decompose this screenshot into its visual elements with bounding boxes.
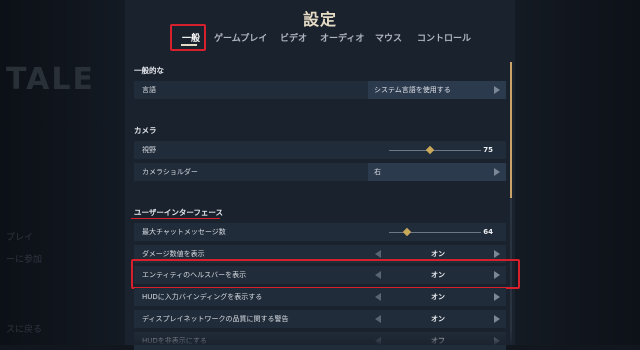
toggle-value: オン: [431, 293, 445, 301]
section-title-camera: カメラ: [134, 126, 157, 135]
chevron-right-icon[interactable]: [494, 250, 500, 258]
background-left: [0, 0, 125, 345]
setting-row-language[interactable]: 言語 システム言語を使用する: [134, 81, 506, 99]
scrollbar-thumb[interactable]: [510, 62, 512, 198]
setting-row-fov[interactable]: 視野 75: [134, 141, 506, 159]
background-menu-item: プレイ: [6, 233, 34, 243]
page-title: 設定: [302, 10, 337, 29]
chevron-right-icon[interactable]: [494, 293, 500, 301]
dropdown-value: システム言語を使用する: [374, 86, 451, 94]
fov-slider-track[interactable]: [389, 150, 481, 151]
row-highlight-box: [131, 259, 520, 289]
language-dropdown[interactable]: システム言語を使用する: [368, 81, 506, 99]
setting-label: 言語: [142, 86, 156, 94]
chevron-left-icon[interactable]: [375, 250, 381, 258]
section-title-highlight: [131, 218, 220, 219]
chevron-left-icon[interactable]: [375, 315, 381, 323]
setting-label: カメラショルダー: [142, 168, 198, 176]
setting-label: HUDに入力バインディングを表示する: [142, 293, 263, 301]
chevron-right-icon: [494, 168, 500, 176]
tab-audio[interactable]: オーディオ: [320, 30, 364, 48]
tab-controls[interactable]: コントロール: [417, 30, 471, 48]
background-menu-item: ーに参加: [6, 255, 43, 265]
setting-row-camera-shoulder[interactable]: カメラショルダー 右: [134, 163, 506, 181]
background-logo: TALE: [6, 62, 95, 97]
setting-label: ディスプレイネットワークの品質に関する警告: [142, 315, 289, 323]
scroll-fade: [125, 330, 515, 345]
section-title-general: 一般的な: [134, 66, 164, 75]
setting-row-network-warning[interactable]: ディスプレイネットワークの品質に関する警告 オン: [134, 310, 506, 328]
chat-value: 64: [483, 228, 493, 236]
setting-row-max-chat[interactable]: 最大チャットメッセージ数 64: [134, 223, 506, 241]
chat-slider-knob[interactable]: [403, 227, 412, 237]
background-menu-item: スに戻る: [6, 325, 43, 335]
setting-row-hud-bindings[interactable]: HUDに入力バインディングを表示する オン: [134, 288, 506, 306]
tab-video[interactable]: ビデオ: [280, 30, 307, 48]
tab-mouse[interactable]: マウス: [375, 30, 402, 48]
chevron-right-icon: [494, 86, 500, 94]
chevron-right-icon[interactable]: [494, 315, 500, 323]
dropdown-value: 右: [374, 168, 381, 176]
background-right: [515, 0, 640, 345]
fov-value: 75: [483, 146, 493, 154]
setting-label: 最大チャットメッセージ数: [142, 228, 226, 236]
chevron-left-icon[interactable]: [375, 293, 381, 301]
toggle-value: オン: [431, 315, 445, 323]
tab-gameplay[interactable]: ゲームプレイ: [214, 30, 267, 48]
setting-label: 視野: [142, 146, 156, 154]
section-title-ui: ユーザーインターフェース: [134, 208, 224, 217]
tab-highlight-box: [170, 24, 206, 51]
shoulder-dropdown[interactable]: 右: [368, 163, 506, 181]
fov-slider-knob[interactable]: [426, 145, 435, 155]
